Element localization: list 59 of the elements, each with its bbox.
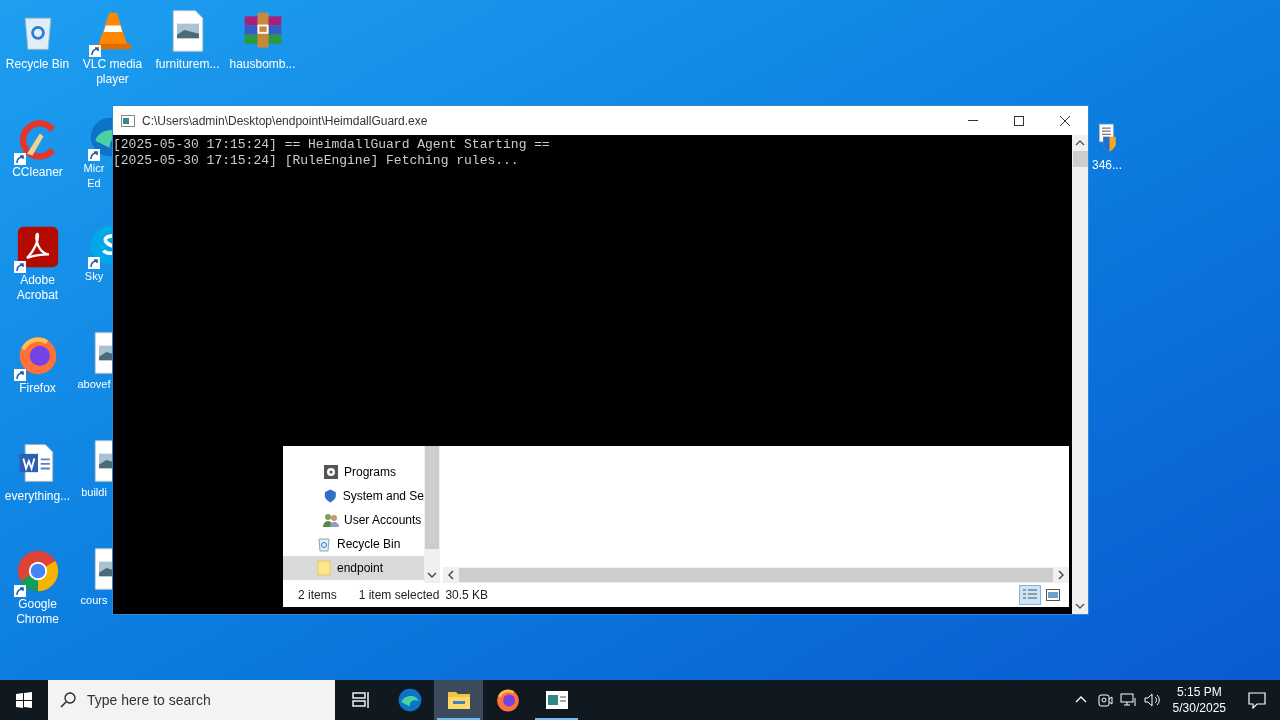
- windows-logo-icon: [16, 692, 32, 708]
- desktop-icon-label[interactable]: CCleaner: [0, 165, 75, 180]
- selection-count: 1 item selected: [358, 587, 440, 604]
- console-window-icon: [544, 690, 569, 710]
- thumbnail-icon: [1046, 589, 1060, 601]
- window-title: C:\Users\admin\Desktop\endpoint\HeimdallGuard.exe: [142, 112, 428, 130]
- desktop-icon-label[interactable]: Firefox: [0, 381, 75, 396]
- console-window-icon: [121, 114, 135, 127]
- fox-globe-icon: [494, 687, 521, 713]
- horizontal-scrollbar[interactable]: [443, 567, 1069, 583]
- volume-icon[interactable]: [1143, 692, 1162, 708]
- desktop-icon-label[interactable]: Google Chrome: [0, 597, 75, 627]
- nav-tree-item[interactable]: System and Se: [283, 484, 424, 508]
- folder-icon: [446, 689, 471, 711]
- shortcut-arrow-icon: [88, 257, 100, 269]
- users-icon: [323, 512, 339, 528]
- desktop-icon-label[interactable]: hausbomb...: [225, 57, 300, 72]
- shield-icon: [323, 488, 338, 504]
- camera-icon[interactable]: [1096, 692, 1113, 708]
- desktop-icon-label[interactable]: Recycle Bin: [0, 57, 75, 72]
- search-icon: [60, 692, 76, 708]
- desktop-icon-label[interactable]: furniturem...: [150, 57, 225, 72]
- desktop-icon-label[interactable]: Adobe Acrobat: [0, 273, 75, 303]
- console-line: [2025-05-30 17:15:24] == HeimdallGuard Agent Starting ==: [113, 137, 551, 153]
- shortcut-arrow-icon: [88, 149, 100, 161]
- details-list-icon: [1023, 589, 1037, 601]
- recycle-bin-icon: [316, 536, 332, 552]
- vertical-scrollbar[interactable]: [1072, 135, 1088, 614]
- nav-tree-item[interactable]: User Accounts: [283, 508, 424, 532]
- selection-size: 30.5 KB: [445, 587, 489, 604]
- maximize-icon: [1014, 115, 1024, 126]
- item-count: 2 items: [298, 587, 337, 604]
- desktop-icon-label[interactable]: everything...: [0, 489, 75, 504]
- desktop-icon-label[interactable]: cours: [76, 593, 112, 608]
- scrollbar-thumb[interactable]: [425, 446, 439, 549]
- nav-tree-item[interactable]: Recycle Bin: [283, 532, 424, 556]
- minimize-icon: [968, 120, 978, 121]
- speech-bubble-icon: [1248, 691, 1266, 709]
- scrollbar-thumb[interactable]: [459, 568, 1053, 582]
- task-view-icon: [350, 690, 371, 710]
- desktop-icon-label[interactable]: buildi: [76, 485, 112, 500]
- taskbar-app-button[interactable]: [434, 680, 483, 720]
- console-line: [2025-05-30 17:15:24] [RuleEngine] Fetching rules...: [113, 153, 520, 169]
- scrollbar-thumb[interactable]: [1072, 151, 1088, 167]
- chrome-icon: [15, 549, 60, 593]
- clock[interactable]: 5:15 PM 5/30/2025: [1172, 684, 1226, 716]
- folder-icon: [316, 560, 332, 576]
- network-icon[interactable]: [1119, 692, 1138, 708]
- edge-icon: [396, 687, 423, 713]
- desktop-icon-label[interactable]: Micr Ed: [76, 161, 112, 191]
- nav-tree-item[interactable]: endpoint: [283, 556, 424, 580]
- search-field[interactable]: Type here to search: [48, 680, 335, 720]
- vertical-scrollbar[interactable]: [424, 446, 440, 583]
- desktop-icon-label[interactable]: Sky: [76, 269, 112, 284]
- nav-tree-item[interactable]: Programs: [283, 460, 424, 484]
- desktop-icon-label[interactable]: VLC media player: [75, 57, 150, 87]
- desktop-icon-label[interactable]: abovef: [76, 377, 112, 392]
- close-icon: [1060, 115, 1070, 126]
- desktop-icon-label[interactable]: 346...: [1092, 158, 1123, 173]
